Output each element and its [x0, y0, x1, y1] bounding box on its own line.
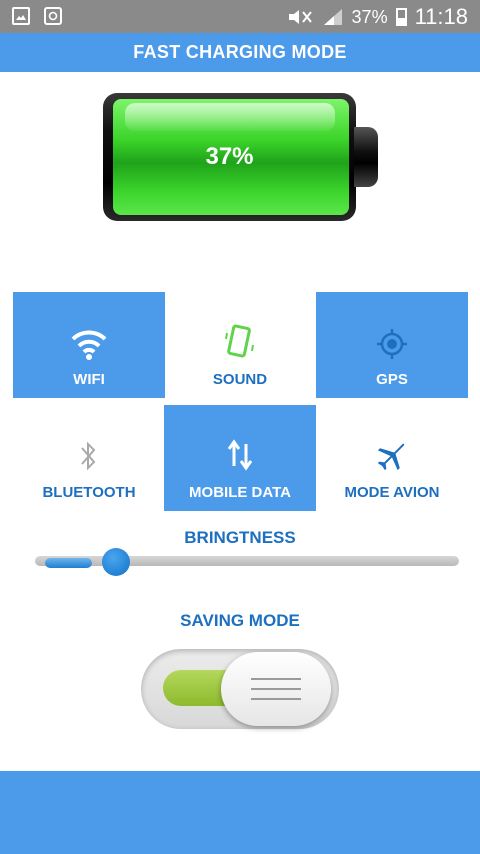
recycle-notification-icon — [44, 7, 62, 25]
wifi-label: WIFI — [73, 371, 105, 388]
saving-mode-switch[interactable] — [141, 649, 339, 729]
brightness-thumb[interactable] — [102, 548, 130, 576]
airplane-mode-toggle[interactable]: MODE AVION — [316, 405, 468, 511]
signal-icon — [323, 9, 342, 25]
page-title: FAST CHARGING MODE — [133, 42, 347, 62]
airplane-mode-label: MODE AVION — [344, 484, 440, 501]
data-arrows-icon — [227, 439, 253, 471]
switch-knob[interactable] — [221, 652, 331, 726]
brightness-fill — [45, 558, 92, 568]
app-title-bar: FAST CHARGING MODE — [0, 33, 480, 72]
wifi-icon — [71, 330, 107, 360]
brightness-slider[interactable] — [35, 548, 459, 576]
bluetooth-toggle[interactable]: BLUETOOTH — [13, 405, 165, 511]
knob-grip-line — [251, 678, 301, 680]
saving-mode-title: SAVING MODE — [180, 611, 300, 630]
mobile-data-label: MOBILE DATA — [189, 484, 291, 501]
gps-target-icon — [377, 329, 407, 359]
mobile-data-toggle[interactable]: MOBILE DATA — [164, 405, 316, 511]
gps-label: GPS — [376, 371, 408, 388]
bluetooth-icon — [81, 441, 96, 471]
airplane-icon — [377, 443, 405, 471]
wifi-toggle[interactable]: WIFI — [13, 292, 165, 398]
gallery-notification-icon — [12, 7, 30, 25]
mute-icon — [288, 10, 312, 24]
battery-status-icon — [395, 8, 407, 26]
battery-indicator: 37% — [103, 93, 378, 221]
bluetooth-label: BLUETOOTH — [42, 484, 136, 501]
clock: 11:18 — [414, 4, 468, 29]
sound-toggle[interactable]: SOUND — [164, 292, 316, 398]
sound-label: SOUND — [212, 371, 268, 388]
battery-percent-label: 37% — [205, 143, 254, 170]
footer-bar — [0, 771, 480, 854]
knob-grip-line — [251, 698, 301, 700]
brightness-title: BRINGTNESS — [184, 528, 296, 547]
knob-grip-line — [251, 688, 301, 690]
brightness-track — [35, 556, 459, 566]
vibrate-phone-icon — [225, 324, 254, 358]
battery-percent-text: 37% — [351, 6, 388, 27]
status-bar: 37% 11:18 — [0, 0, 480, 33]
battery-terminal — [354, 127, 378, 187]
gps-toggle[interactable]: GPS — [316, 292, 468, 398]
